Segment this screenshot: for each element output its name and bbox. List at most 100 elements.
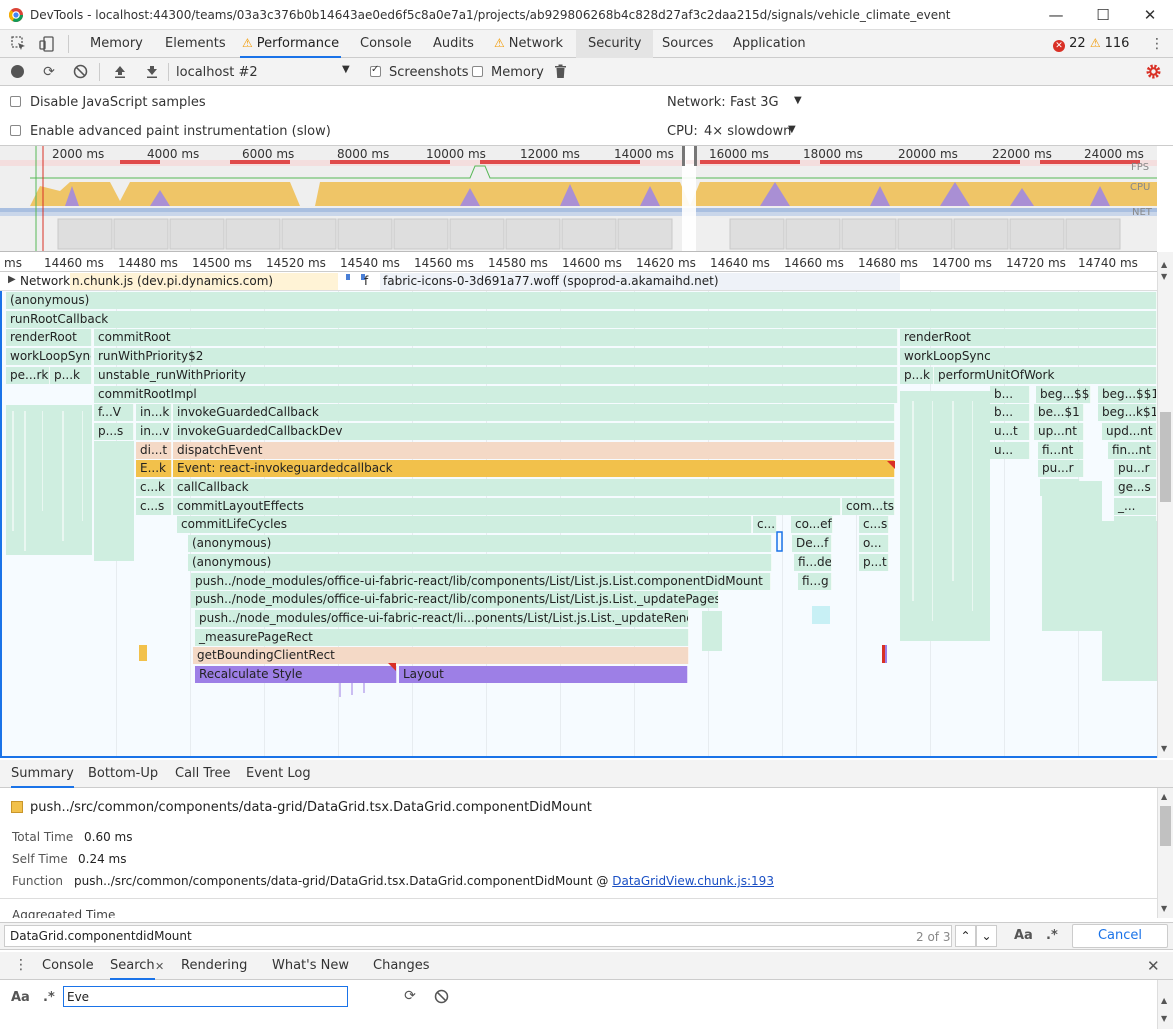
flame-event-block[interactable]: ge...s (1114, 479, 1157, 496)
close-tab-icon[interactable]: ✕ (155, 960, 164, 973)
flame-event-block[interactable]: in...v (136, 422, 172, 440)
network-throttle-select[interactable]: Fast 3G ▼ (726, 93, 812, 113)
flame-chart-scrollbar[interactable]: ▲ ▼ ▼ (1157, 252, 1173, 758)
flame-event-block[interactable]: up...nt (1034, 422, 1084, 440)
inspect-element-icon[interactable] (10, 35, 28, 53)
drawer-match-case-button[interactable]: Aa (11, 990, 30, 1005)
flame-event-block[interactable]: Event: react-invokeguardedcallback (173, 460, 895, 478)
flame-event-block[interactable]: Layout (399, 666, 688, 683)
flame-event-block[interactable]: dispatchEvent (173, 441, 895, 459)
flame-event-block[interactable]: push../node_modules/office-ui-fabric-rea… (195, 609, 689, 627)
scroll-down-icon[interactable]: ▼ (1161, 272, 1167, 281)
flame-event-block[interactable]: com...ts (842, 497, 895, 515)
flame-event-block[interactable]: push../node_modules/office-ui-fabric-rea… (191, 591, 719, 609)
flame-event-block[interactable]: p...k (900, 366, 934, 384)
tab-call-tree[interactable]: Call Tree (175, 760, 231, 788)
advanced-paint-checkbox[interactable] (10, 125, 21, 136)
record-icon[interactable] (11, 65, 24, 78)
drawer-tab-rendering[interactable]: Rendering (181, 952, 247, 980)
flame-event-block[interactable]: performUnitOfWork (934, 366, 1157, 384)
flame-search-input[interactable]: DataGrid.componentdidMount 2 of 3 (4, 925, 952, 947)
cancel-button[interactable]: Cancel (1072, 924, 1168, 948)
drawer-tab-whats-new[interactable]: What's New (272, 952, 349, 980)
flame-event-block[interactable]: c...s (859, 516, 889, 534)
refresh-icon[interactable]: ⟳ (402, 988, 418, 1004)
flame-event-block[interactable]: beg...$$1 (1098, 385, 1157, 403)
tab-performance[interactable]: ⚠ Performance (240, 30, 342, 58)
drawer-tab-search[interactable]: Search (110, 952, 155, 980)
flame-event-block[interactable]: E...k (136, 460, 172, 478)
close-drawer-icon[interactable]: ✕ (1147, 957, 1160, 975)
flame-event-block[interactable]: _... (1114, 516, 1157, 534)
flame-event-block[interactable]: (anonymous) (188, 535, 772, 553)
drawer-menu-icon[interactable]: ⋮ (14, 957, 28, 973)
flame-event-block[interactable]: Recalculate Style (195, 666, 397, 683)
scroll-up-icon[interactable]: ▲ (1161, 996, 1167, 1005)
drawer-regex-button[interactable]: .* (43, 990, 55, 1005)
scroll-down-icon[interactable]: ▼ (1161, 744, 1167, 753)
scroll-up-icon[interactable]: ▲ (1161, 792, 1167, 801)
flame-chart[interactable]: (anonymous) runRootCallback renderRoot comm… (0, 291, 1157, 758)
cpu-throttle-select[interactable]: 4× slowdown ▼ (700, 122, 800, 142)
tab-audits[interactable]: Audits (431, 30, 476, 58)
flame-event-block[interactable]: b... (990, 404, 1030, 422)
clear-search-icon[interactable] (434, 989, 449, 1004)
minimize-button[interactable]: — (1041, 4, 1071, 26)
flame-event-block[interactable]: fin...nt (1108, 441, 1157, 459)
flame-event-block[interactable]: runWithPriority$2 (94, 348, 898, 366)
flame-event-block[interactable]: renderRoot (900, 329, 1157, 347)
flame-event-block[interactable]: in...k (136, 404, 172, 422)
flame-event-block[interactable]: commitRootImpl (94, 385, 898, 403)
tab-application[interactable]: Application (731, 30, 808, 58)
flame-event-block[interactable]: c...k (136, 479, 172, 496)
flame-event-block[interactable]: c... (753, 516, 777, 534)
flame-event-block[interactable]: workLoopSync (900, 348, 1157, 366)
drawer-tab-console[interactable]: Console (42, 952, 94, 980)
flame-event-block[interactable]: fi...g (798, 572, 832, 590)
scroll-down-icon[interactable]: ▼ (1161, 1014, 1167, 1023)
expand-triangle-icon[interactable]: ▶ (8, 274, 16, 285)
tab-bottom-up[interactable]: Bottom-Up (88, 760, 158, 788)
search-previous-chevron-up-icon[interactable]: ⌃ (955, 925, 976, 947)
flame-event-block[interactable]: getBoundingClientRect (193, 647, 689, 665)
maximize-button[interactable]: ☐ (1088, 4, 1118, 26)
flame-event-block[interactable]: beg...$$1 (1036, 385, 1091, 403)
flame-event-block[interactable]: callCallback (173, 479, 895, 496)
network-track[interactable]: ▶ Network n.chunk.js (dev.pi.dynamics.co… (0, 272, 1157, 291)
flame-event-block[interactable]: De...f (792, 535, 832, 553)
scroll-up-icon[interactable]: ▲ (1161, 260, 1167, 269)
search-next-chevron-down-icon[interactable]: ⌄ (976, 925, 997, 947)
save-profile-icon[interactable] (145, 64, 159, 79)
network-request-bar[interactable]: fabric-icons-0-3d691a77.woff (spoprod-a.… (380, 273, 900, 290)
flame-event-block[interactable]: renderRoot (6, 329, 92, 347)
flame-event-block[interactable]: (anonymous) (6, 292, 1157, 309)
more-options-icon[interactable]: ⋮ (1150, 36, 1164, 52)
profile-select[interactable]: localhost #2 ▼ (176, 58, 356, 86)
flame-event-block[interactable]: di...t (136, 441, 172, 459)
load-profile-icon[interactable] (113, 64, 127, 79)
flame-event-block[interactable]: pe...rk (6, 366, 50, 384)
drawer-tab-changes[interactable]: Changes (373, 952, 430, 980)
reload-record-icon[interactable]: ⟳ (41, 64, 57, 80)
tab-summary[interactable]: Summary (11, 760, 74, 788)
capture-settings-gear-icon[interactable] (1145, 63, 1162, 80)
issue-counts[interactable]: ✕ 22 ⚠ 116 (1053, 36, 1129, 52)
memory-checkbox[interactable] (472, 66, 483, 77)
flame-event-block[interactable]: u...t (990, 422, 1030, 440)
tab-security[interactable]: Security (576, 30, 654, 58)
tab-memory[interactable]: Memory (88, 30, 145, 58)
flame-event-block[interactable]: p...t (859, 553, 889, 571)
flame-event-block[interactable]: (anonymous) (188, 553, 772, 571)
flame-event-block[interactable]: beg...k$1 (1098, 404, 1157, 422)
tab-elements[interactable]: Elements (163, 30, 228, 58)
flame-event-block[interactable]: b... (990, 385, 1030, 403)
flame-event-block[interactable]: f...V (94, 404, 134, 422)
flame-event-block[interactable]: fi...nt (1038, 441, 1084, 459)
timeline-overview[interactable]: 2000 ms 4000 ms 6000 ms 8000 ms 10000 ms… (0, 146, 1157, 252)
flame-event-block[interactable]: runRootCallback (6, 310, 1157, 328)
flame-event-block[interactable]: pu...r (1038, 460, 1084, 478)
scroll-down-icon[interactable]: ▼ (1161, 904, 1167, 913)
source-link[interactable]: DataGridView.chunk.js:193 (612, 874, 774, 888)
flame-event-block[interactable]: push../node_modules/office-ui-fabric-rea… (191, 572, 771, 590)
flame-event-block[interactable]: unstable_runWithPriority (94, 366, 898, 384)
